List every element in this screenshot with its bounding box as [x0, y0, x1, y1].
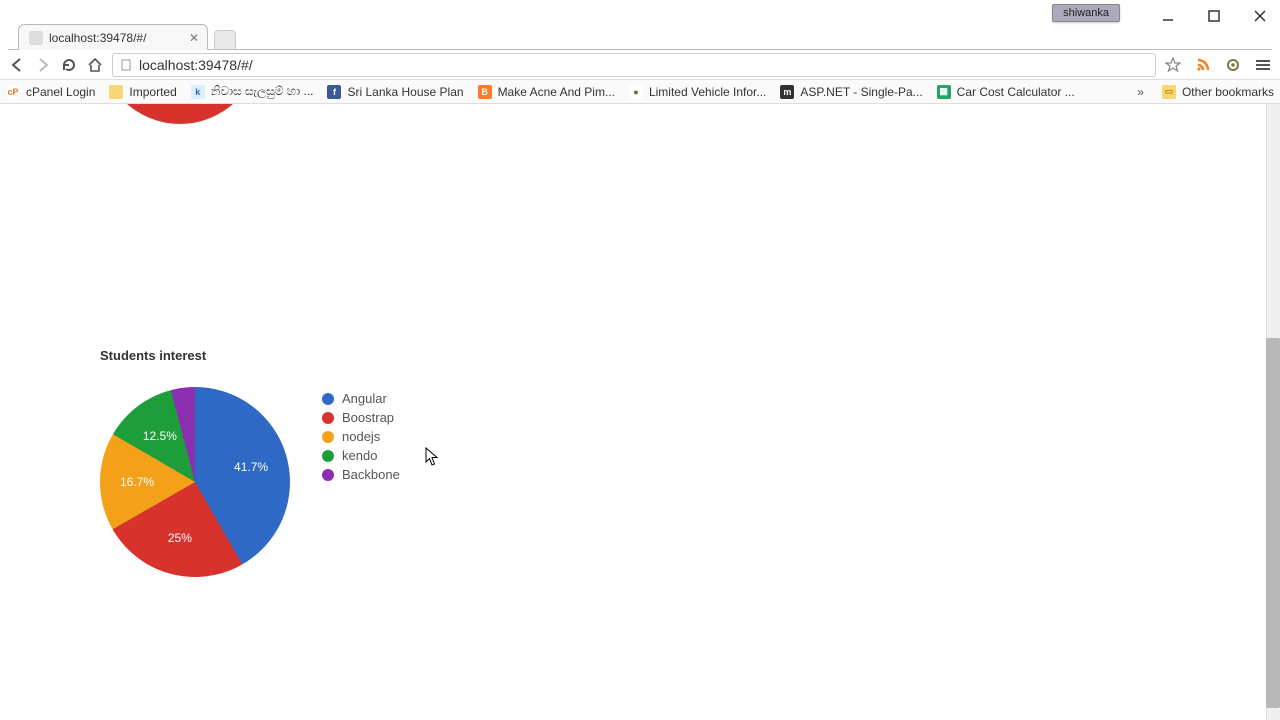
legend-item: Boostrap — [322, 410, 400, 425]
bookmark-item[interactable]: cP cPanel Login — [6, 85, 95, 99]
pie-slice-label: 16.7% — [120, 475, 154, 489]
pie-slice-label: 25% — [168, 531, 192, 545]
tab-title: localhost:39478/#/ — [49, 31, 146, 45]
legend-swatch-icon — [322, 412, 334, 424]
folder-icon: ▭ — [1162, 85, 1176, 99]
legend-item: nodejs — [322, 429, 400, 444]
favicon-icon — [29, 31, 43, 45]
site-icon: f — [327, 85, 341, 99]
bookmark-item[interactable]: ● Limited Vehicle Infor... — [629, 85, 766, 99]
extension-gear-icon[interactable] — [1224, 56, 1242, 74]
bookmark-item[interactable]: m ASP.NET - Single-Pa... — [780, 85, 922, 99]
bookmark-label: Car Cost Calculator ... — [957, 85, 1075, 99]
folder-icon — [109, 85, 123, 99]
bookmark-label: Limited Vehicle Infor... — [649, 85, 766, 99]
home-button[interactable] — [86, 56, 104, 74]
bookmark-item[interactable]: Imported — [109, 85, 176, 99]
rss-icon[interactable] — [1194, 56, 1212, 74]
site-icon: cP — [6, 85, 20, 99]
previous-chart-fragment — [100, 104, 300, 128]
pie-slice-label: 41.7% — [234, 460, 268, 474]
bookmark-label: Sri Lanka House Plan — [347, 85, 463, 99]
page-content: Students interest 41.7% 25% 16.7% 12.5% Ang… — [0, 104, 1266, 720]
bookmark-label: Make Acne And Pim... — [498, 85, 615, 99]
site-icon: ● — [629, 85, 643, 99]
reload-button[interactable] — [60, 56, 78, 74]
site-icon: B — [478, 85, 492, 99]
tab-close-icon[interactable]: ✕ — [189, 31, 199, 45]
other-bookmarks-folder[interactable]: ▭ Other bookmarks — [1162, 85, 1274, 99]
legend-item: Backbone — [322, 467, 400, 482]
legend-swatch-icon — [322, 469, 334, 481]
bookmarks-bar: cP cPanel Login Imported k නිවාස සැලසුම් හා … — [0, 80, 1280, 104]
legend-swatch-icon — [322, 393, 334, 405]
legend-label: Backbone — [342, 467, 400, 482]
site-icon: m — [780, 85, 794, 99]
site-icon: ▦ — [937, 85, 951, 99]
scrollbar-thumb[interactable] — [1266, 338, 1280, 708]
bookmark-item[interactable]: ▦ Car Cost Calculator ... — [937, 85, 1075, 99]
mouse-cursor-icon — [425, 447, 439, 467]
bookmark-label: Imported — [129, 85, 176, 99]
legend-swatch-icon — [322, 431, 334, 443]
bookmark-label: ASP.NET - Single-Pa... — [800, 85, 922, 99]
browser-tab[interactable]: localhost:39478/#/ ✕ — [18, 24, 208, 50]
bookmarks-overflow-button[interactable]: » — [1133, 85, 1148, 99]
bookmark-item[interactable]: f Sri Lanka House Plan — [327, 85, 463, 99]
legend-label: nodejs — [342, 429, 380, 444]
legend-label: Boostrap — [342, 410, 394, 425]
back-button[interactable] — [8, 56, 26, 74]
os-user-badge: shiwanka — [1052, 4, 1120, 22]
navigation-toolbar: localhost:39478/#/ — [0, 50, 1280, 80]
legend-swatch-icon — [322, 450, 334, 462]
vertical-scrollbar[interactable] — [1266, 104, 1280, 720]
site-icon: k — [191, 85, 205, 99]
new-tab-button[interactable] — [214, 30, 236, 50]
legend-label: Angular — [342, 391, 387, 406]
chart-legend: Angular Boostrap nodejs kendo Backbone — [322, 387, 400, 482]
chart-title: Students interest — [100, 348, 400, 363]
legend-item: Angular — [322, 391, 400, 406]
forward-button[interactable] — [34, 56, 52, 74]
legend-label: kendo — [342, 448, 377, 463]
legend-item: kendo — [322, 448, 400, 463]
bookmark-star-icon[interactable] — [1164, 56, 1182, 74]
pie-chart: 41.7% 25% 16.7% 12.5% — [100, 387, 290, 577]
address-bar[interactable]: localhost:39478/#/ — [112, 53, 1156, 77]
other-bookmarks-label: Other bookmarks — [1182, 85, 1274, 99]
pie-slice-label: 12.5% — [143, 429, 177, 443]
url-text: localhost:39478/#/ — [139, 57, 253, 73]
bookmark-label: නිවාස සැලසුම් හා ... — [211, 84, 314, 99]
bookmark-item[interactable]: B Make Acne And Pim... — [478, 85, 615, 99]
page-icon — [121, 59, 133, 71]
bookmark-item[interactable]: k නිවාස සැලසුම් හා ... — [191, 84, 314, 99]
menu-button[interactable] — [1254, 56, 1272, 74]
bookmark-label: cPanel Login — [26, 85, 95, 99]
